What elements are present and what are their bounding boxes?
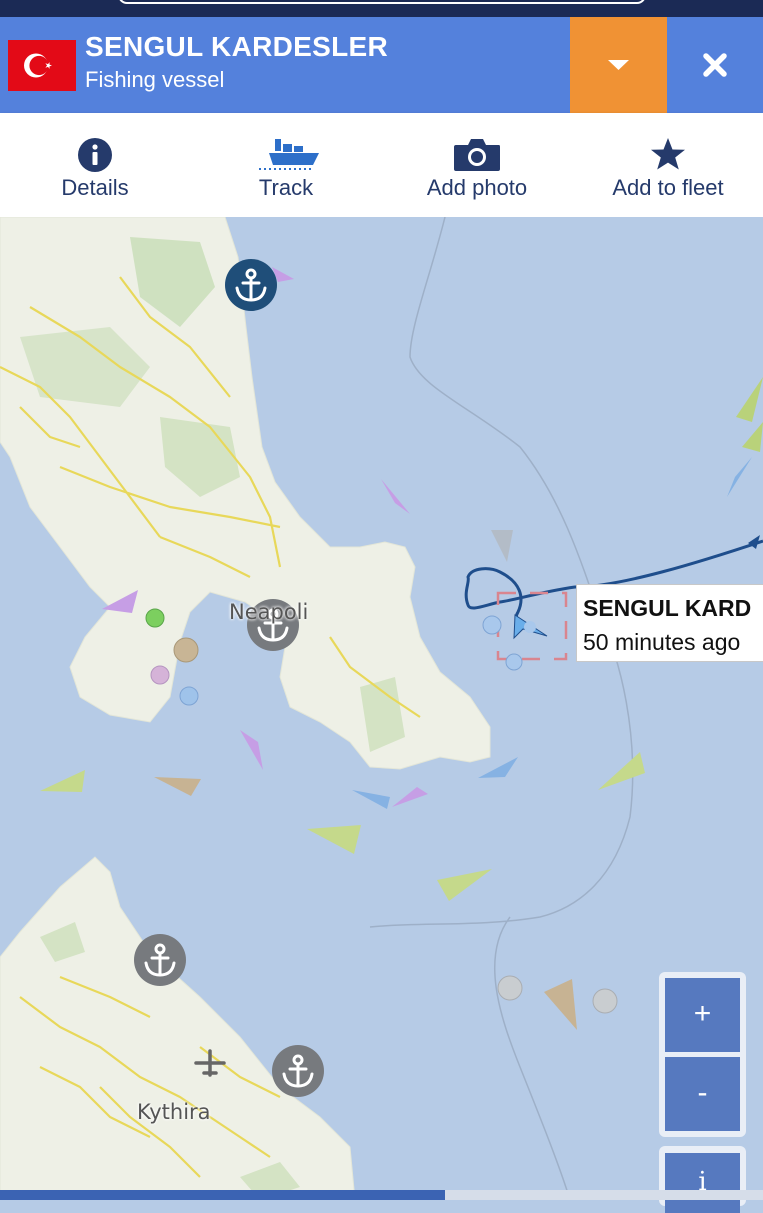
map-info-button[interactable]: i [665,1153,740,1213]
tab-add-photo-label: Add photo [426,175,528,200]
close-button[interactable] [667,17,763,113]
zoom-in-button[interactable]: + [665,978,740,1052]
vessel-type: Fishing vessel [85,67,225,92]
address-bar[interactable] [118,0,646,4]
tab-add-to-fleet-label: Add to fleet [612,175,724,200]
tab-track[interactable]: Track [191,113,381,217]
port-anchor-icon [225,259,277,311]
tab-details[interactable]: Details [0,113,190,217]
zoom-out-button[interactable]: - [665,1057,740,1131]
zoom-controls: + - [659,972,746,1137]
tab-add-to-fleet[interactable]: Add to fleet [573,113,763,217]
turkey-flag-icon [8,40,76,91]
tab-details-label: Details [61,175,129,200]
vessel-header: SENGUL KARDESLER Fishing vessel [0,17,763,113]
vessel-map-label-name: SENGUL KARD [583,595,752,621]
vessel-map-label[interactable]: SENGUL KARD 50 minutes ago [576,584,763,662]
vessel-name: SENGUL KARDESLER [85,31,388,62]
bottom-bar [0,1190,763,1200]
vessel-toolbar: Details Track Add photo Add to fleet [0,113,763,217]
place-label-neapoli: Neapoli [229,600,309,624]
expand-dropdown-button[interactable] [570,17,667,113]
map-view[interactable]: Neapoli Kythira [0,217,763,1200]
info-icon [78,138,112,172]
ship-track-icon [259,139,319,170]
bottom-bar-segment [445,1190,763,1200]
star-icon [651,138,685,170]
port-anchor-icon [134,934,186,986]
browser-top-strip [0,0,763,17]
vessel-map-label-time: 50 minutes ago [583,629,741,655]
close-icon [703,53,727,77]
tab-track-label: Track [258,175,314,200]
camera-icon [454,139,500,171]
port-anchor-icon [272,1045,324,1097]
place-label-kythira: Kythira [137,1100,211,1124]
tab-add-photo[interactable]: Add photo [382,113,572,217]
chevron-down-icon [608,60,629,70]
